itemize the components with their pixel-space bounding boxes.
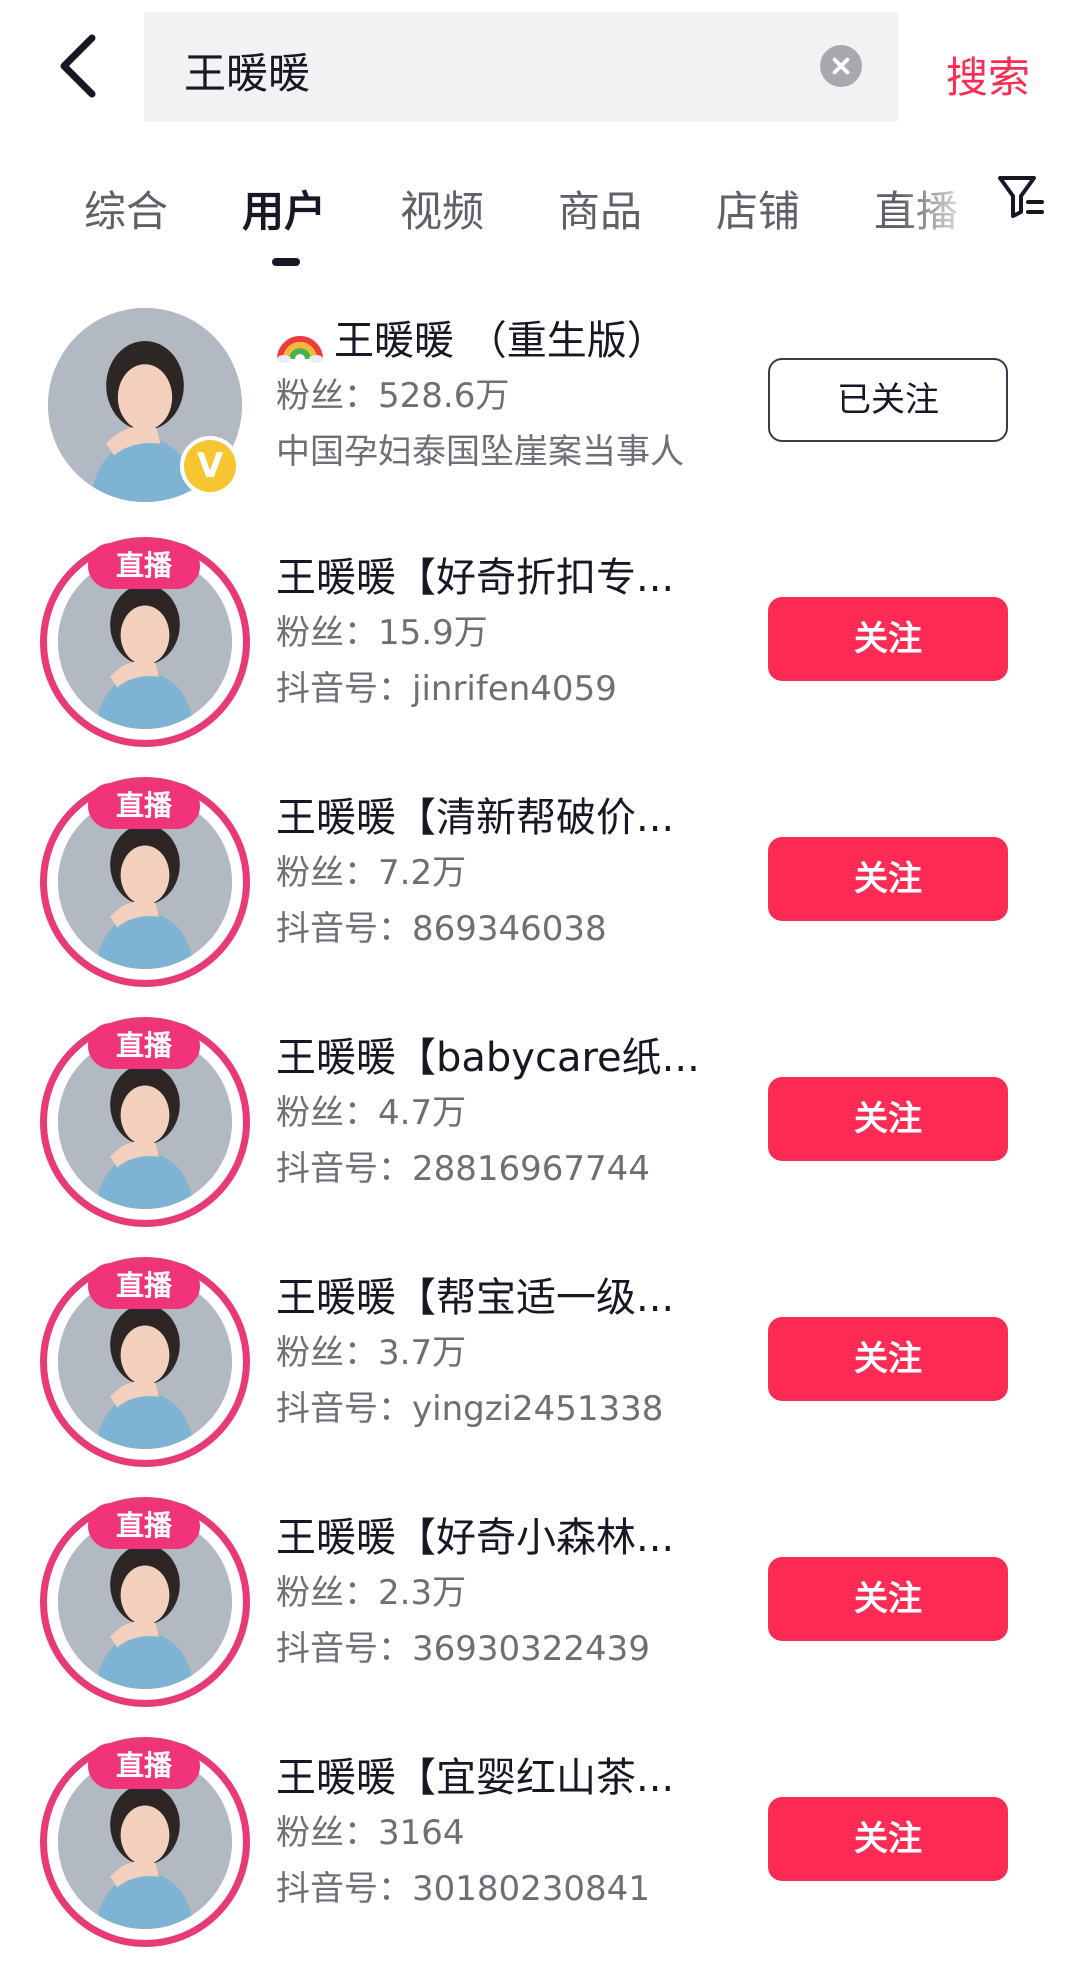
user-name: 王暖暖【babycare纸... bbox=[276, 1035, 700, 1081]
user-row[interactable]: 直播 王暖暖【清新帮破价... 粉丝：7.2万 抖音号：869346038 关注 bbox=[0, 777, 1080, 1017]
douyin-id: 抖音号：30180230841 bbox=[276, 1869, 650, 1909]
user-name: 王暖暖【好奇小森林... bbox=[276, 1515, 675, 1561]
avatar[interactable]: 直播 bbox=[40, 1737, 250, 1947]
follower-count: 粉丝：2.3万 bbox=[276, 1573, 467, 1613]
follow-button[interactable]: 关注 bbox=[768, 1077, 1008, 1161]
tab-products[interactable]: 商品 bbox=[558, 178, 642, 239]
avatar[interactable]: 直播 bbox=[40, 1497, 250, 1707]
douyin-id: 抖音号：869346038 bbox=[276, 909, 607, 949]
user-row[interactable]: 直播 王暖暖【babycare纸... 粉丝：4.7万 抖音号：28816967… bbox=[0, 1017, 1080, 1257]
avatar[interactable]: V bbox=[40, 300, 250, 510]
tab-fade-overlay bbox=[900, 170, 990, 240]
tab-shops[interactable]: 店铺 bbox=[716, 178, 800, 239]
user-name: 王暖暖【清新帮破价... bbox=[276, 795, 675, 841]
live-badge: 直播 bbox=[88, 783, 200, 829]
clear-icon[interactable] bbox=[820, 45, 862, 87]
chevron-left-icon bbox=[60, 34, 96, 98]
douyin-id: 抖音号：36930322439 bbox=[276, 1629, 650, 1669]
follow-button[interactable]: 关注 bbox=[768, 1557, 1008, 1641]
follow-button[interactable]: 关注 bbox=[768, 837, 1008, 921]
live-badge: 直播 bbox=[88, 1263, 200, 1309]
user-info[interactable]: 王暖暖 （重生版） 粉丝：528.6万 中国孕妇泰国坠崖案当事人 bbox=[276, 314, 736, 480]
follower-count: 粉丝：7.2万 bbox=[276, 853, 467, 893]
follower-count: 粉丝：15.9万 bbox=[276, 613, 488, 653]
live-badge: 直播 bbox=[88, 1503, 200, 1549]
user-name: 王暖暖【好奇折扣专... bbox=[276, 555, 675, 601]
live-badge: 直播 bbox=[88, 1743, 200, 1789]
avatar[interactable]: 直播 bbox=[40, 537, 250, 747]
user-name: 王暖暖 （重生版） bbox=[334, 318, 667, 364]
user-name: 王暖暖【宜婴红山茶... bbox=[276, 1755, 675, 1801]
follower-count: 粉丝：3.7万 bbox=[276, 1333, 467, 1373]
following-button[interactable]: 已关注 bbox=[768, 358, 1008, 442]
live-badge: 直播 bbox=[88, 1023, 200, 1069]
active-tab-indicator bbox=[272, 258, 300, 266]
verified-v-icon: V bbox=[184, 440, 236, 492]
douyin-id: 抖音号：28816967744 bbox=[276, 1149, 650, 1189]
filter-button[interactable] bbox=[996, 172, 1046, 222]
follower-count: 粉丝：4.7万 bbox=[276, 1093, 467, 1133]
rainbow-emoji-icon bbox=[277, 336, 323, 363]
tab-users[interactable]: 用户 bbox=[242, 178, 326, 239]
tab-comprehensive[interactable]: 综合 bbox=[84, 178, 168, 239]
douyin-id: 抖音号：jinrifen4059 bbox=[276, 669, 617, 709]
filter-icon bbox=[998, 176, 1044, 218]
douyin-id: 抖音号：yingzi2451338 bbox=[276, 1389, 664, 1429]
user-info[interactable]: 王暖暖【好奇折扣专... 粉丝：15.9万 抖音号：jinrifen4059 bbox=[276, 551, 736, 717]
user-row[interactable]: 直播 王暖暖【好奇小森林... 粉丝：2.3万 抖音号：36930322439 … bbox=[0, 1497, 1080, 1737]
user-row[interactable]: V 王暖暖 （重生版） 粉丝：528.6万 中国孕妇泰国坠崖案当事人 已关注 bbox=[0, 300, 1080, 540]
follow-button[interactable]: 关注 bbox=[768, 1797, 1008, 1881]
user-info[interactable]: 王暖暖【好奇小森林... 粉丝：2.3万 抖音号：36930322439 bbox=[276, 1511, 736, 1677]
user-row[interactable]: 直播 王暖暖【帮宝适一级... 粉丝：3.7万 抖音号：yingzi245133… bbox=[0, 1257, 1080, 1497]
user-row[interactable]: 直播 王暖暖【宜婴红山茶... 粉丝：3164 抖音号：30180230841 … bbox=[0, 1737, 1080, 1977]
user-info[interactable]: 王暖暖【宜婴红山茶... 粉丝：3164 抖音号：30180230841 bbox=[276, 1751, 736, 1917]
user-row[interactable]: 直播 王暖暖【好奇折扣专... 粉丝：15.9万 抖音号：jinrifen405… bbox=[0, 537, 1080, 777]
follower-count: 粉丝：528.6万 bbox=[276, 376, 510, 416]
user-name-line: 王暖暖 （重生版） bbox=[276, 314, 736, 368]
user-description: 中国孕妇泰国坠崖案当事人 bbox=[276, 432, 684, 472]
live-badge: 直播 bbox=[88, 543, 200, 589]
search-query[interactable]: 王暖暖 bbox=[184, 40, 310, 101]
search-button[interactable]: 搜索 bbox=[946, 44, 1030, 105]
follow-button[interactable]: 关注 bbox=[768, 1317, 1008, 1401]
user-name: 王暖暖【帮宝适一级... bbox=[276, 1275, 675, 1321]
tab-bar: 综合 用户 视频 商品 店铺 直播 bbox=[0, 170, 1080, 280]
avatar[interactable]: 直播 bbox=[40, 1257, 250, 1467]
avatar[interactable]: 直播 bbox=[40, 1017, 250, 1227]
user-info[interactable]: 王暖暖【清新帮破价... 粉丝：7.2万 抖音号：869346038 bbox=[276, 791, 736, 957]
user-info[interactable]: 王暖暖【babycare纸... 粉丝：4.7万 抖音号：28816967744 bbox=[276, 1031, 736, 1197]
search-input[interactable]: 王暖暖 bbox=[144, 12, 898, 122]
back-button[interactable] bbox=[50, 30, 110, 100]
verified-badge: V bbox=[180, 436, 240, 496]
tab-videos[interactable]: 视频 bbox=[400, 178, 484, 239]
search-header: 王暖暖 搜索 bbox=[0, 0, 1080, 135]
user-info[interactable]: 王暖暖【帮宝适一级... 粉丝：3.7万 抖音号：yingzi2451338 bbox=[276, 1271, 736, 1437]
follower-count: 粉丝：3164 bbox=[276, 1813, 465, 1853]
follow-button[interactable]: 关注 bbox=[768, 597, 1008, 681]
avatar[interactable]: 直播 bbox=[40, 777, 250, 987]
